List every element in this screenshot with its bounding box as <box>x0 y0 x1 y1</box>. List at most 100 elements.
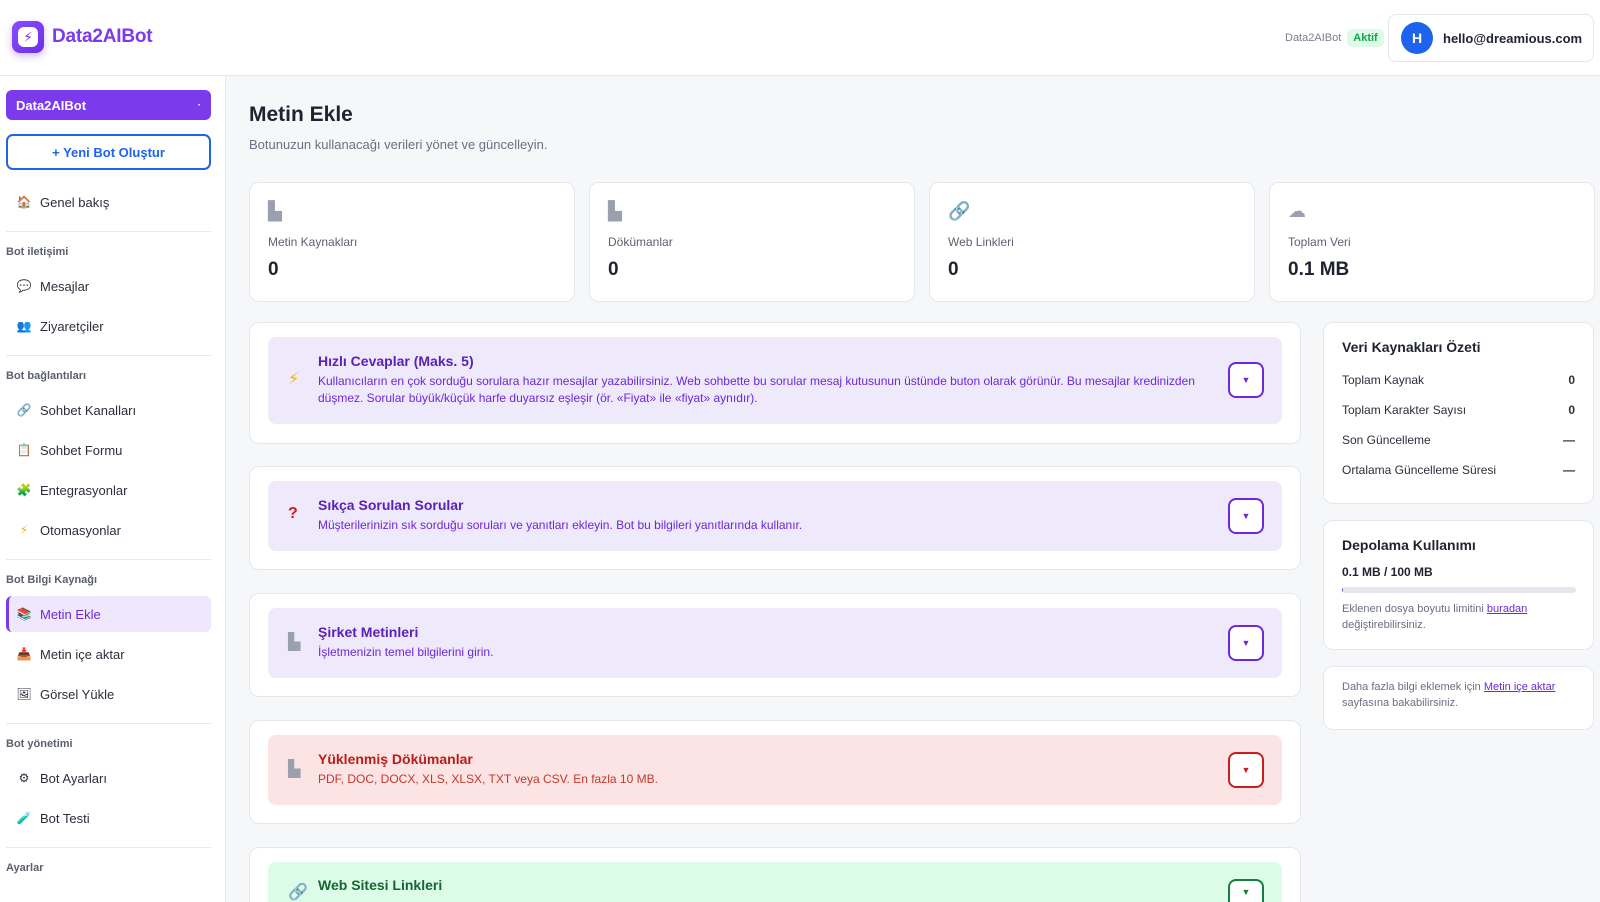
expand-toggle-button[interactable]: ▼ <box>1228 625 1264 661</box>
section-company-texts: ▙ Şirket Metinleri İşletmenizin temel bi… <box>249 593 1301 697</box>
section-header[interactable]: ⚡ Hızlı Cevaplar (Maks. 5) Kullanıcıları… <box>268 337 1282 424</box>
import-text-link[interactable]: Metin içe aktar <box>1484 681 1556 693</box>
form-icon: 📋 <box>16 443 32 457</box>
lightning-icon: ⚡ <box>19 523 29 537</box>
sidebar-item-visitors[interactable]: 👥 Ziyaretçiler <box>6 308 211 344</box>
storage-limit-link[interactable]: buradan <box>1487 603 1527 615</box>
stat-label: Toplam Veri <box>1288 235 1351 249</box>
sidebar-item-overview[interactable]: 🏠 Genel bakış <box>6 184 211 220</box>
section-quick-replies: ⚡ Hızlı Cevaplar (Maks. 5) Kullanıcıları… <box>249 322 1301 444</box>
users-icon: 👥 <box>16 319 32 333</box>
sidebar-item-label: Metin içe aktar <box>40 646 125 662</box>
sidebar-item-chat-channels[interactable]: 🔗 Sohbet Kanalları <box>6 392 211 428</box>
avatar: H <box>1401 22 1433 54</box>
stat-value: 0 <box>268 259 279 280</box>
sidebar-item-add-text[interactable]: 📚 Metin Ekle <box>6 596 211 632</box>
link-icon: 🔗 <box>16 403 32 417</box>
link-icon: 🔗 <box>288 884 308 901</box>
info-text: Daha fazla bilgi eklemek için <box>1342 681 1484 693</box>
stat-value: 0.1 MB <box>1288 259 1350 280</box>
link-icon: 🔗 <box>948 201 971 221</box>
summary-label: Toplam Karakter Sayısı <box>1342 403 1467 417</box>
question-icon: ? <box>288 505 298 522</box>
stat-card-documents: ▙ Dökümanlar 0 <box>589 182 915 302</box>
test-tube-icon: 🧪 <box>16 811 32 825</box>
section-label: Bot yönetimi <box>6 738 73 750</box>
sidebar-item-bot-settings[interactable]: ⚙ Bot Ayarları <box>6 760 211 796</box>
section-header[interactable]: ▙ Yüklenmiş Dökümanlar PDF, DOC, DOCX, X… <box>268 735 1282 805</box>
stat-card-web-links: 🔗 Web Linkleri 0 <box>929 182 1255 302</box>
summary-value: — <box>1563 463 1575 477</box>
stat-label: Dökümanlar <box>608 235 673 249</box>
chat-bubble-icon: 💬 <box>16 279 32 293</box>
info-note: Daha fazla bilgi eklemek için Metin içe … <box>1342 679 1575 711</box>
summary-label: Son Güncelleme <box>1342 433 1431 447</box>
stat-value: 0 <box>948 259 959 280</box>
new-bot-button[interactable]: + Yeni Bot Oluştur <box>6 134 211 170</box>
section-title: Web Sitesi Linkleri <box>318 877 443 893</box>
expand-toggle-button[interactable]: ▼ <box>1228 498 1264 534</box>
section-header[interactable]: ▙ Şirket Metinleri İşletmenizin temel bi… <box>268 608 1282 678</box>
section-title: Sıkça Sorulan Sorular <box>318 497 464 513</box>
sidebar-item-upload-image[interactable]: 🖼 Görsel Yükle <box>6 676 211 712</box>
section-website-links: 🔗 Web Sitesi Linkleri ▼ <box>249 847 1301 902</box>
section-label: Bot Bilgi Kaynağı <box>6 574 98 586</box>
stat-card-total-data: ☁ Toplam Veri 0.1 MB <box>1269 182 1595 302</box>
storage-usage-card: Depolama Kullanımı 0.1 MB / 100 MB Eklen… <box>1323 520 1594 650</box>
sidebar-item-label: Sohbet Kanalları <box>40 402 137 418</box>
chevron-down-icon: ▼ <box>1241 887 1251 897</box>
sidebar-item-label: Bot Testi <box>40 810 90 826</box>
summary-label: Toplam Kaynak <box>1342 373 1425 387</box>
sidebar-item-bot-test[interactable]: 🧪 Bot Testi <box>6 800 211 836</box>
stat-label: Metin Kaynakları <box>268 235 358 249</box>
sidebar-item-label: Mesajlar <box>40 278 90 294</box>
section-description: Kullanıcıların en çok sorduğu sorulara h… <box>318 374 1195 405</box>
expand-toggle-button[interactable]: ▼ <box>1228 752 1264 788</box>
page-title: Metin Ekle <box>249 103 353 126</box>
storage-value: 0.1 MB / 100 MB <box>1342 565 1433 579</box>
data-sources-summary: Veri Kaynakları Özeti Toplam Kaynak 0 To… <box>1323 322 1594 504</box>
expand-toggle-button[interactable]: ▼ <box>1228 879 1264 902</box>
summary-label: Ortalama Güncelleme Süresi <box>1342 463 1497 477</box>
expand-toggle-button[interactable]: ▼ <box>1228 362 1264 398</box>
brand[interactable]: ⚡ Data2AIBot <box>12 21 153 53</box>
storage-note-text: Eklenen dosya boyutu limitini <box>1342 603 1487 615</box>
sidebar-item-label: Genel bakış <box>40 194 110 210</box>
sidebar-item-integrations[interactable]: 🧩 Entegrasyonlar <box>6 472 211 508</box>
sidebar: Data2AIBot · + Yeni Bot Oluştur 🏠 Genel … <box>0 76 226 902</box>
chevron-down-icon: ▼ <box>1241 765 1251 775</box>
section-header[interactable]: 🔗 Web Sitesi Linkleri ▼ <box>268 862 1282 902</box>
stat-card-text-sources: ▙ Metin Kaynakları 0 <box>249 182 575 302</box>
sidebar-item-label: Sohbet Formu <box>40 442 123 458</box>
section-header[interactable]: ? Sıkça Sorulan Sorular Müşterilerinizin… <box>268 481 1282 551</box>
summary-row: Ortalama Güncelleme Süresi — <box>1342 455 1575 485</box>
section-label: Bot bağlantıları <box>6 370 87 382</box>
gear-icon: ⚙ <box>18 771 30 785</box>
chevron-down-icon: ▼ <box>1241 638 1251 648</box>
chevron-down-icon: ▼ <box>1241 511 1251 521</box>
storage-title: Depolama Kullanımı <box>1342 537 1476 553</box>
sidebar-item-automations[interactable]: ⚡ Otomasyonlar <box>6 512 211 548</box>
divider <box>6 559 211 560</box>
section-description: PDF, DOC, DOCX, XLS, XLSX, TXT veya CSV.… <box>318 772 658 786</box>
section-label: Bot iletişimi <box>6 246 69 258</box>
storage-progress-bar <box>1342 587 1576 593</box>
bot-status: Data2AIBot Aktif <box>1285 29 1384 47</box>
summary-value: 0 <box>1568 373 1575 387</box>
section-title: Şirket Metinleri <box>318 624 419 640</box>
summary-value: 0 <box>1568 403 1575 417</box>
status-badge: Aktif <box>1347 29 1384 47</box>
summary-value: — <box>1563 433 1575 447</box>
user-menu[interactable]: H hello@dreamious.com <box>1388 14 1594 62</box>
sidebar-item-label: Görsel Yükle <box>40 686 115 702</box>
document-icon: ▙ <box>608 201 622 221</box>
section-uploaded-documents: ▙ Yüklenmiş Dökümanlar PDF, DOC, DOCX, X… <box>249 720 1301 824</box>
home-icon: 🏠 <box>16 195 32 209</box>
sidebar-item-label: Metin Ekle <box>40 606 101 622</box>
sidebar-item-chat-form[interactable]: 📋 Sohbet Formu <box>6 432 211 468</box>
brand-name: Data2AIBot <box>52 26 153 47</box>
books-icon: 📚 <box>16 607 32 621</box>
bot-selector[interactable]: Data2AIBot · <box>6 90 211 120</box>
sidebar-item-messages[interactable]: 💬 Mesajlar <box>6 268 211 304</box>
sidebar-item-import-text[interactable]: 📥 Metin içe aktar <box>6 636 211 672</box>
